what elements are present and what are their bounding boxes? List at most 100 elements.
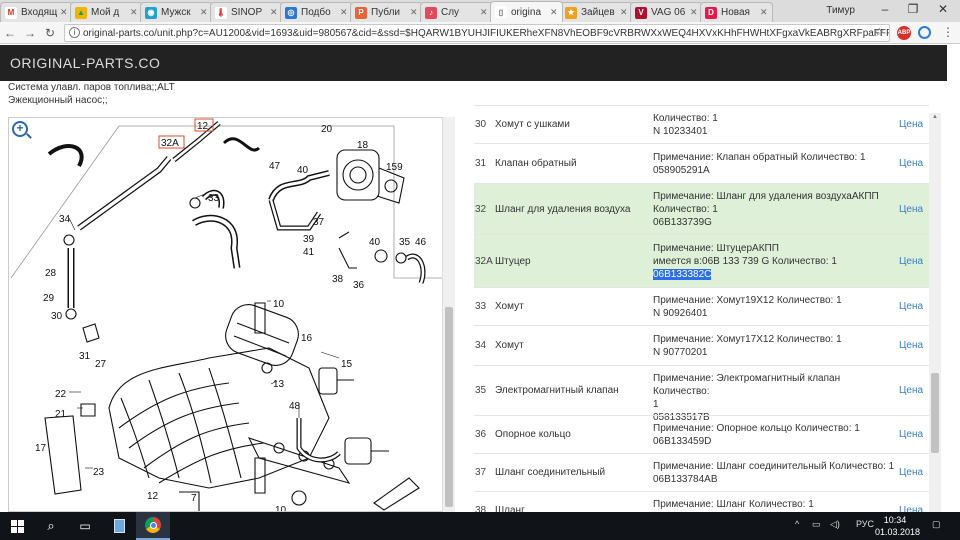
tab-close-icon[interactable]: ✕ (760, 7, 768, 18)
tab-close-icon[interactable]: ✕ (340, 7, 348, 18)
diagram-callout[interactable]: 35 (399, 237, 411, 248)
diagram-callout[interactable]: 22 (55, 389, 67, 400)
profile-name[interactable]: Тимур (826, 5, 855, 16)
forward-icon[interactable]: → (20, 26, 40, 40)
price-link[interactable]: Цена (899, 301, 923, 312)
diagram-callout[interactable]: 13 (273, 379, 285, 390)
page-scrollbar[interactable]: ▲ (929, 113, 941, 512)
part-row[interactable]: 33 Хомут Примечание: Хомут19X12 Количество… (474, 287, 929, 325)
browser-tab[interactable]: ◎ Подбо ✕ (280, 2, 353, 22)
tab-close-icon[interactable]: ✕ (200, 7, 208, 18)
task-view-icon[interactable]: ▭ (68, 512, 102, 540)
diagram-callout[interactable]: 33 (208, 193, 220, 204)
diagram-callout[interactable]: 40 (297, 165, 309, 176)
tab-close-icon[interactable]: ✕ (480, 7, 488, 18)
minimize-icon[interactable]: – (870, 2, 900, 16)
part-row[interactable]: 36 Опорное кольцо Примечание: Опорное коль… (474, 415, 929, 453)
part-row[interactable]: 32A Штуцер Примечание: ШтуцерАКПП имеется в… (474, 234, 929, 287)
diagram-callout[interactable]: 37 (313, 217, 325, 228)
diagram-callout[interactable]: 28 (45, 268, 57, 279)
tab-close-icon[interactable]: ✕ (550, 7, 558, 18)
diagram-callout[interactable]: 15 (341, 359, 353, 370)
reload-icon[interactable]: ↻ (40, 26, 60, 40)
tab-close-icon[interactable]: ✕ (130, 7, 138, 18)
diagram-callout[interactable]: 12 (197, 121, 209, 132)
search-icon[interactable]: ⌕ (34, 512, 68, 540)
diagram-callout[interactable]: 31 (79, 351, 91, 362)
back-icon[interactable]: ← (0, 26, 20, 40)
part-row[interactable]: 38 Шланг Примечание: Шланг Количество: 106… (474, 491, 929, 512)
tab-close-icon[interactable]: ✕ (60, 7, 68, 18)
diagram-callout[interactable]: 7 (191, 493, 197, 504)
network-icon[interactable]: ▭ (812, 519, 821, 530)
diagram-callout[interactable]: 38 (332, 274, 344, 285)
notifications-icon[interactable]: ▢ (932, 519, 941, 530)
diagram-callout[interactable]: 46 (415, 237, 427, 248)
browser-tab[interactable]: ▲ Мой д ✕ (70, 2, 143, 22)
price-link[interactable]: Цена (899, 505, 923, 512)
bookmark-star-icon[interactable]: ☆ (874, 25, 885, 39)
diagram-callout[interactable]: 23 (93, 467, 105, 478)
tray-chevron-icon[interactable]: ^ (795, 519, 799, 529)
url-text[interactable]: original-parts.co/unit.php?c=AU1200&vid=… (83, 28, 889, 39)
diagram-callout[interactable]: 47 (269, 161, 281, 172)
diagram-callout[interactable]: 32A (161, 138, 179, 149)
diagram-callout[interactable]: 21 (55, 409, 67, 420)
language-indicator[interactable]: РУС (856, 519, 874, 529)
file-app-icon[interactable] (102, 512, 136, 540)
part-row[interactable]: 32 Шланг для удаления воздуха Примечание: … (474, 183, 929, 234)
diagram-callout[interactable]: 48 (289, 401, 301, 412)
diagram-callout[interactable]: 16 (301, 333, 313, 344)
diagram-scroll-thumb[interactable] (445, 307, 453, 507)
diagram-callout[interactable]: 30 (51, 311, 63, 322)
diagram-callout[interactable]: 20 (321, 124, 333, 135)
address-bar[interactable]: i original-parts.co/unit.php?c=AU1200&vi… (64, 24, 890, 42)
diagram-callout[interactable]: 10 (273, 299, 285, 310)
diagram-callout[interactable]: 39 (303, 234, 315, 245)
diagram-callout[interactable]: 18 (357, 140, 369, 151)
diagram-callout[interactable]: 41 (303, 247, 315, 258)
diagram-scrollbar[interactable] (442, 117, 455, 512)
adblock-icon[interactable]: ABP (897, 26, 911, 40)
price-link[interactable]: Цена (899, 158, 923, 169)
part-row[interactable]: 35 Электромагнитный клапан Примечание: Эле… (474, 365, 929, 423)
browser-tab[interactable]: D Новая ✕ (700, 2, 773, 22)
tab-close-icon[interactable]: ✕ (270, 7, 278, 18)
clock[interactable]: 10:34 01.03.2018 (875, 514, 920, 538)
volume-icon[interactable]: ◁) (830, 519, 840, 530)
site-logo[interactable]: ORIGINAL-PARTS.CO (10, 55, 160, 71)
tab-close-icon[interactable]: ✕ (620, 7, 628, 18)
close-window-icon[interactable]: ✕ (928, 2, 958, 16)
start-button[interactable] (0, 512, 34, 540)
diagram-callout[interactable]: 27 (95, 359, 107, 370)
diagram-callout[interactable]: 34 (59, 214, 71, 225)
price-link[interactable]: Цена (899, 467, 923, 478)
extension-icon[interactable] (918, 26, 931, 39)
diagram-callout[interactable]: 29 (43, 293, 55, 304)
browser-tab[interactable]: ♪ Слу ✕ (420, 2, 493, 22)
parts-diagram[interactable]: + 32A 12 20 18 47 40 159 33 34 37 39 40 … (8, 117, 455, 512)
price-link[interactable]: Цена (899, 340, 923, 351)
site-info-icon[interactable]: i (69, 27, 80, 38)
price-link[interactable]: Цена (899, 385, 923, 396)
price-link[interactable]: Цена (899, 429, 923, 440)
browser-menu-icon[interactable]: ⋮ (942, 25, 954, 39)
part-row[interactable]: 31 Клапан обратный Примечание: Клапан обра… (474, 143, 929, 183)
restore-icon[interactable]: ❐ (898, 2, 928, 16)
zoom-in-icon[interactable]: + (12, 121, 28, 137)
diagram-callout[interactable]: 40 (369, 237, 381, 248)
price-link[interactable]: Цена (899, 204, 923, 215)
tab-close-icon[interactable]: ✕ (410, 7, 418, 18)
diagram-callout[interactable]: 10 (275, 505, 287, 512)
browser-tab[interactable]: ▯ origina ✕ (490, 1, 563, 22)
browser-tab[interactable]: P Публи ✕ (350, 2, 423, 22)
browser-tab[interactable]: M Входящ ✕ (0, 2, 73, 22)
browser-tab[interactable]: 🌡 SINOP ✕ (210, 2, 283, 22)
chrome-taskbar-icon[interactable] (136, 512, 170, 540)
page-scroll-thumb[interactable] (931, 373, 939, 453)
price-link[interactable]: Цена (899, 256, 923, 267)
diagram-callout[interactable]: 17 (35, 443, 47, 454)
part-row[interactable]: 37 Шланг соединительный Примечание: Шланг … (474, 453, 929, 491)
part-row[interactable]: 34 Хомут Примечание: Хомут17X12 Количество… (474, 325, 929, 365)
browser-tab[interactable]: V VAG 06 ✕ (630, 2, 703, 22)
